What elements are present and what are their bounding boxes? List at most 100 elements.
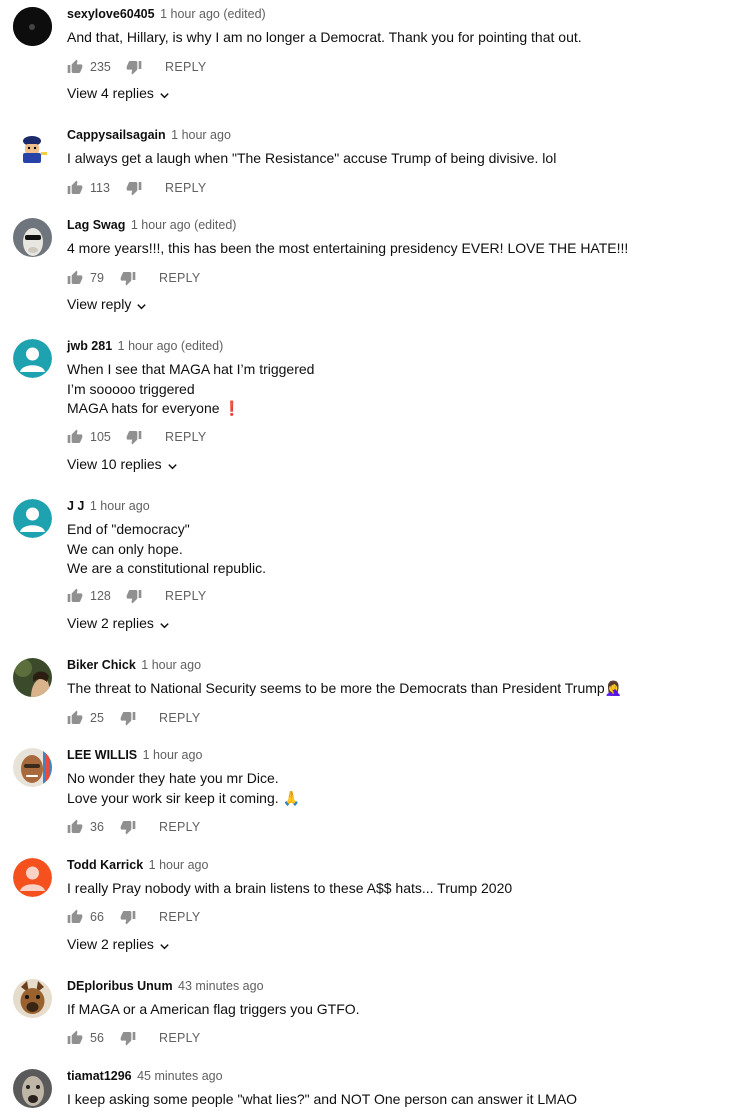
reply-button[interactable]: REPLY [159, 820, 201, 834]
comment-actions: 235 REPLY [67, 57, 207, 77]
thumbs-up-icon[interactable] [67, 710, 83, 726]
thumbs-down-icon[interactable] [120, 819, 136, 835]
avatar[interactable] [13, 858, 52, 897]
reply-button[interactable]: REPLY [165, 589, 207, 603]
comment-text: I keep asking some people "what lies?" a… [67, 1090, 577, 1110]
reply-button[interactable]: REPLY [159, 910, 201, 924]
thumbs-down-icon[interactable] [120, 909, 136, 925]
timestamp[interactable]: 1 hour ago [149, 858, 209, 872]
thumbs-up-icon[interactable] [67, 180, 83, 196]
comment-line: We are a constitutional republic. [67, 560, 266, 576]
comment-header: Lag Swag 1 hour ago (edited) [67, 218, 236, 232]
thumbs-down-icon[interactable] [120, 270, 136, 286]
comment-actions: 66 REPLY [67, 907, 201, 927]
author-name[interactable]: DEploribus Unum [67, 979, 173, 993]
timestamp[interactable]: 45 minutes ago [137, 1069, 222, 1083]
comment-header: tiamat1296 45 minutes ago [67, 1069, 223, 1083]
thumbs-up-icon[interactable] [67, 909, 83, 925]
timestamp[interactable]: 1 hour ago [141, 658, 201, 672]
thumbs-up-icon[interactable] [67, 588, 83, 604]
timestamp[interactable]: 1 hour ago (edited) [131, 218, 237, 232]
comment-line: If MAGA or a American flag triggers you … [67, 1001, 360, 1017]
avatar[interactable] [13, 499, 52, 538]
thumbs-down-icon[interactable] [126, 180, 142, 196]
comment-actions: 36 REPLY [67, 817, 201, 837]
view-replies-button[interactable]: View 2 replies [67, 615, 170, 631]
author-name[interactable]: Lag Swag [67, 218, 125, 232]
view-replies-button[interactable]: View 2 replies [67, 936, 170, 952]
author-name[interactable]: sexylove60405 [67, 7, 155, 21]
comment-line: I really Pray nobody with a brain listen… [67, 880, 513, 896]
thumbs-down-icon[interactable] [126, 588, 142, 604]
like-count: 25 [90, 711, 104, 725]
thumbs-up-icon[interactable] [67, 1030, 83, 1046]
like-count: 105 [90, 430, 111, 444]
like-count: 56 [90, 1031, 104, 1045]
timestamp[interactable]: 43 minutes ago [178, 979, 263, 993]
view-replies-button[interactable]: View 10 replies [67, 456, 178, 472]
thumbs-down-icon[interactable] [126, 59, 142, 75]
comment-actions: 79 REPLY [67, 268, 201, 288]
comment-line: End of "democracy" [67, 521, 190, 537]
thumbs-up-icon[interactable] [67, 429, 83, 445]
avatar[interactable] [13, 979, 52, 1018]
like-count: 128 [90, 589, 111, 603]
timestamp[interactable]: 1 hour ago [90, 499, 150, 513]
avatar[interactable] [13, 218, 52, 257]
comment-actions: 113 REPLY [67, 178, 207, 198]
comment-header: LEE WILLIS 1 hour ago [67, 748, 202, 762]
thumbs-up-icon[interactable] [67, 270, 83, 286]
comment-line: The threat to National Security seems to… [67, 680, 623, 696]
view-replies-label: View 2 replies [67, 615, 154, 631]
comment-text: I always get a laugh when "The Resistanc… [67, 149, 556, 169]
reply-button[interactable]: REPLY [159, 271, 201, 285]
comment-line: We can only hope. [67, 540, 183, 557]
thumbs-down-icon[interactable] [120, 1030, 136, 1046]
thumbs-down-icon[interactable] [126, 429, 142, 445]
avatar[interactable] [13, 748, 52, 787]
reply-button[interactable]: REPLY [165, 430, 207, 444]
author-name[interactable]: tiamat1296 [67, 1069, 132, 1083]
thumbs-up-icon[interactable] [67, 59, 83, 75]
view-replies-button[interactable]: View reply [67, 296, 147, 312]
like-count: 113 [90, 181, 110, 195]
timestamp[interactable]: 1 hour ago [143, 748, 203, 762]
author-name[interactable]: Todd Karrick [67, 858, 143, 872]
like-count: 235 [90, 60, 111, 74]
thumbs-up-icon[interactable] [67, 819, 83, 835]
timestamp[interactable]: 1 hour ago [171, 128, 231, 142]
view-replies-label: View reply [67, 296, 132, 312]
author-name[interactable]: jwb 281 [67, 339, 112, 353]
comment-text: And that, Hillary, is why I am no longer… [67, 28, 582, 48]
author-name[interactable]: Biker Chick [67, 658, 136, 672]
comment-header: Biker Chick 1 hour ago [67, 658, 201, 672]
avatar[interactable] [13, 339, 52, 378]
comment-text: The threat to National Security seems to… [67, 679, 622, 699]
timestamp[interactable]: 1 hour ago (edited) [118, 339, 224, 353]
view-replies-label: View 10 replies [67, 456, 162, 472]
avatar[interactable] [13, 7, 52, 46]
avatar[interactable] [13, 128, 52, 167]
comment-line: I’m sooooo triggered [67, 380, 195, 397]
comment-header: Cappysailsagain 1 hour ago [67, 128, 231, 142]
comment-text: 4 more years!!!, this has been the most … [67, 239, 628, 259]
like-count: 79 [90, 271, 104, 285]
author-name[interactable]: J J [67, 499, 84, 513]
reply-button[interactable]: REPLY [159, 711, 201, 725]
comment-text: I really Pray nobody with a brain listen… [67, 879, 512, 899]
comment-text: No wonder they hate you mr Dice. Love yo… [67, 769, 300, 808]
comment-actions: 128 REPLY [67, 586, 207, 606]
author-name[interactable]: LEE WILLIS [67, 748, 137, 762]
reply-button[interactable]: REPLY [165, 60, 207, 74]
view-replies-button[interactable]: View 4 replies [67, 85, 170, 101]
chevron-down-icon [159, 618, 170, 629]
comment-line: When I see that MAGA hat I’m triggered [67, 361, 315, 377]
author-name[interactable]: Cappysailsagain [67, 128, 166, 142]
reply-button[interactable]: REPLY [159, 1031, 201, 1045]
timestamp[interactable]: 1 hour ago (edited) [160, 7, 266, 21]
avatar[interactable] [13, 1069, 52, 1108]
avatar[interactable] [13, 658, 52, 697]
thumbs-down-icon[interactable] [120, 710, 136, 726]
reply-button[interactable]: REPLY [165, 181, 207, 195]
comment-line: I keep asking some people "what lies?" a… [67, 1091, 578, 1107]
